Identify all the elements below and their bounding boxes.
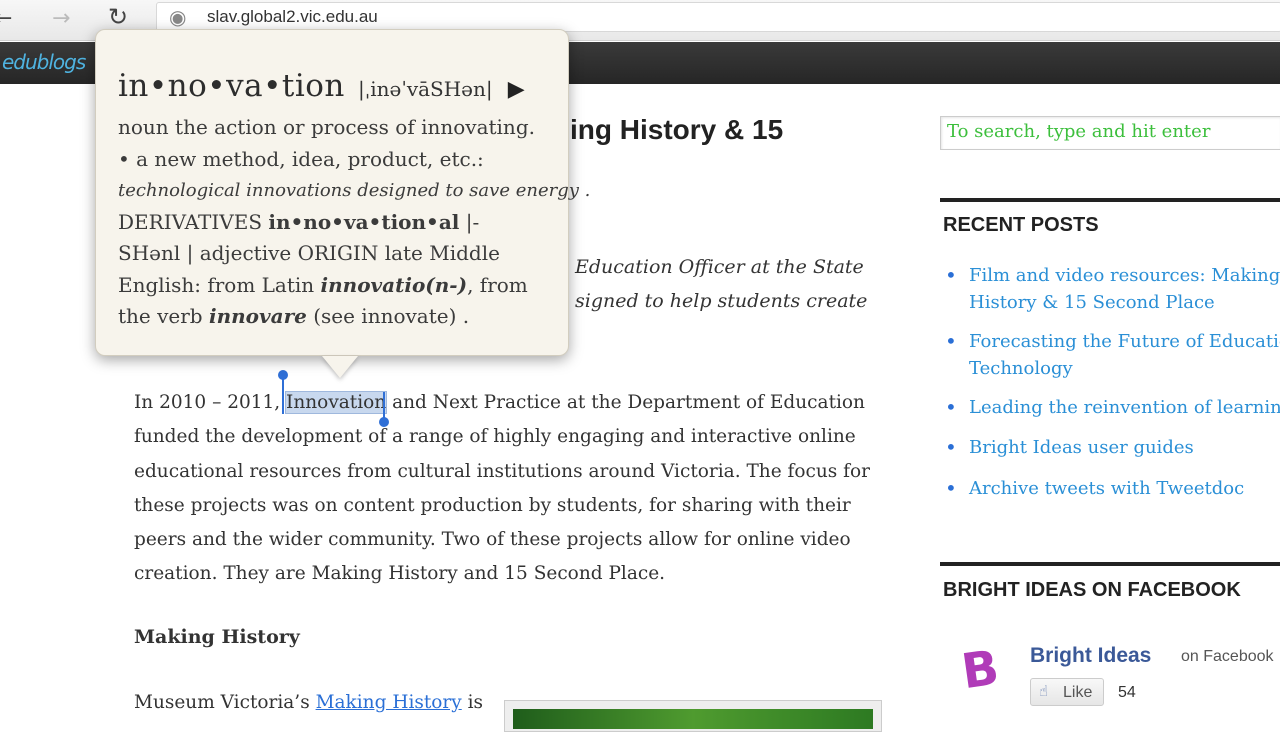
back-arrow-icon[interactable]: ←	[0, 8, 12, 30]
recent-post-item[interactable]: Forecasting the Future of Education Techn…	[945, 328, 1280, 382]
facebook-page-name[interactable]: Bright Ideas	[1030, 644, 1151, 668]
definition-text: the verb	[118, 304, 209, 328]
recent-post-link[interactable]: Technology	[969, 358, 1073, 379]
recent-post-link[interactable]: History & 15 Second Place	[969, 292, 1215, 313]
section-heading: Making History	[134, 626, 300, 648]
intro-text-line: signed to help students create	[575, 290, 868, 312]
paragraph-text: and Next Practice at the Department of E…	[386, 392, 865, 413]
definition-line: English: from Latin innovatio(n-), from	[118, 270, 558, 302]
facebook-like-button[interactable]: ☝ Like	[1030, 678, 1104, 706]
paragraph-line: peers and the wider community. Two of th…	[134, 529, 851, 551]
facebook-page-avatar[interactable]: B	[952, 640, 1014, 702]
intro-text-line: Education Officer at the State	[575, 256, 864, 278]
recent-post-item[interactable]: Bright Ideas user guides	[945, 434, 1280, 461]
selection-end-bar[interactable]	[383, 392, 385, 418]
recent-post-item[interactable]: Film and video resources: Making History …	[945, 262, 1280, 316]
article-paragraph: In 2010 – 2011, Innovation and Next Prac…	[134, 386, 874, 592]
recent-posts-list: Film and video resources: Making History …	[945, 262, 1280, 502]
widget-divider	[940, 562, 1280, 566]
making-history-link[interactable]: Making History	[316, 692, 462, 713]
article-text-line: Museum Victoria’s Making History is	[134, 692, 483, 713]
video-thumbnail[interactable]	[504, 700, 882, 732]
popover-pointer	[322, 356, 358, 378]
definition-text: English: from Latin	[118, 272, 321, 297]
recent-post-link[interactable]: Forecasting the Future of Education	[969, 331, 1280, 352]
thumbs-up-icon: ☝	[1039, 682, 1049, 700]
recent-post-link[interactable]: Archive tweets with Tweetdoc	[969, 478, 1244, 499]
paragraph-text: Museum Victoria’s	[134, 692, 316, 713]
like-count: 54	[1118, 684, 1136, 701]
widget-divider	[940, 198, 1280, 202]
etymology-term: innovatio(n-)	[320, 272, 468, 297]
definition-example: technological innovations designed to sa…	[118, 180, 591, 201]
recent-post-item[interactable]: Leading the reinvention of learning	[945, 394, 1280, 421]
dictionary-popover[interactable]: in•no•va•tion |ˌinəˈvāSHən| ▶ noun the a…	[95, 29, 591, 356]
address-bar[interactable]: ◉ slav.global2.vic.edu.au	[156, 2, 1280, 32]
paragraph-line: educational resources from cultural inst…	[134, 460, 871, 482]
video-thumbnail-image	[513, 709, 873, 729]
selection-start-handle[interactable]	[278, 370, 288, 380]
like-label: Like	[1063, 684, 1093, 701]
avatar-letter: B	[958, 639, 1003, 701]
definition-text: DERIVATIVES	[118, 209, 269, 234]
definition-line: the verb innovare (see innovate) .	[118, 301, 558, 333]
recent-post-link[interactable]: Bright Ideas user guides	[969, 437, 1194, 458]
recent-post-item[interactable]: Archive tweets with Tweetdoc	[945, 475, 1280, 502]
definition-text: |-	[459, 209, 480, 234]
facebook-on-text[interactable]: on Facebook	[1181, 648, 1274, 666]
play-icon[interactable]: ▶	[508, 77, 525, 102]
paragraph-text: is	[461, 692, 484, 713]
search-input[interactable]: To search, type and hit enter	[940, 116, 1280, 150]
post-title[interactable]: ing History & 15	[570, 114, 783, 146]
selection-start-bar[interactable]	[282, 378, 284, 414]
forward-arrow-icon[interactable]: →	[52, 8, 70, 30]
globe-icon: ◉	[169, 5, 187, 29]
recent-posts-title: RECENT POSTS	[943, 214, 1099, 236]
selected-word[interactable]: Innovation	[285, 391, 388, 414]
dictionary-headline: in•no•va•tion |ˌinəˈvāSHən| ▶	[118, 68, 558, 112]
reload-icon[interactable]: ↻	[108, 5, 128, 29]
definition-line: DERIVATIVES in•no•va•tion•al |-	[118, 207, 558, 239]
recent-post-link[interactable]: Film and video resources: Making	[969, 265, 1280, 286]
paragraph-text: In 2010 – 2011,	[134, 392, 287, 413]
etymology-term: innovare	[208, 304, 307, 328]
definition-line: SHənl | adjective ORIGIN late Middle	[118, 241, 500, 265]
paragraph-line: creation. They are Making History and 15…	[134, 563, 666, 585]
facebook-widget-title: BRIGHT IDEAS ON FACEBOOK	[943, 579, 1241, 601]
selection-end-handle[interactable]	[379, 417, 389, 427]
edublogs-logo[interactable]: edublogs	[2, 50, 86, 74]
derivative-word: in•no•va•tion•al	[268, 209, 460, 234]
paragraph-line: In 2010 – 2011, Innovation and Next Prac…	[134, 386, 874, 420]
paragraph-line: these projects was on content production…	[134, 494, 851, 516]
recent-post-link[interactable]: Leading the reinvention of learning	[969, 397, 1280, 418]
paragraph-line: funded the development of a range of hig…	[134, 426, 856, 448]
definition-text: (see innovate) .	[306, 304, 470, 328]
dictionary-content: in•no•va•tion |ˌinəˈvāSHən| ▶ noun the a…	[118, 68, 591, 333]
definition-text: , from	[467, 272, 528, 297]
dictionary-headword: in•no•va•tion	[118, 68, 345, 104]
definition-line: • a new method, idea, product, etc.:	[118, 146, 484, 171]
url-text[interactable]: slav.global2.vic.edu.au	[207, 7, 378, 27]
definition-line: noun the action or process of innovating…	[118, 115, 535, 139]
dictionary-pronunciation: |ˌinəˈvāSHən|	[357, 77, 493, 101]
